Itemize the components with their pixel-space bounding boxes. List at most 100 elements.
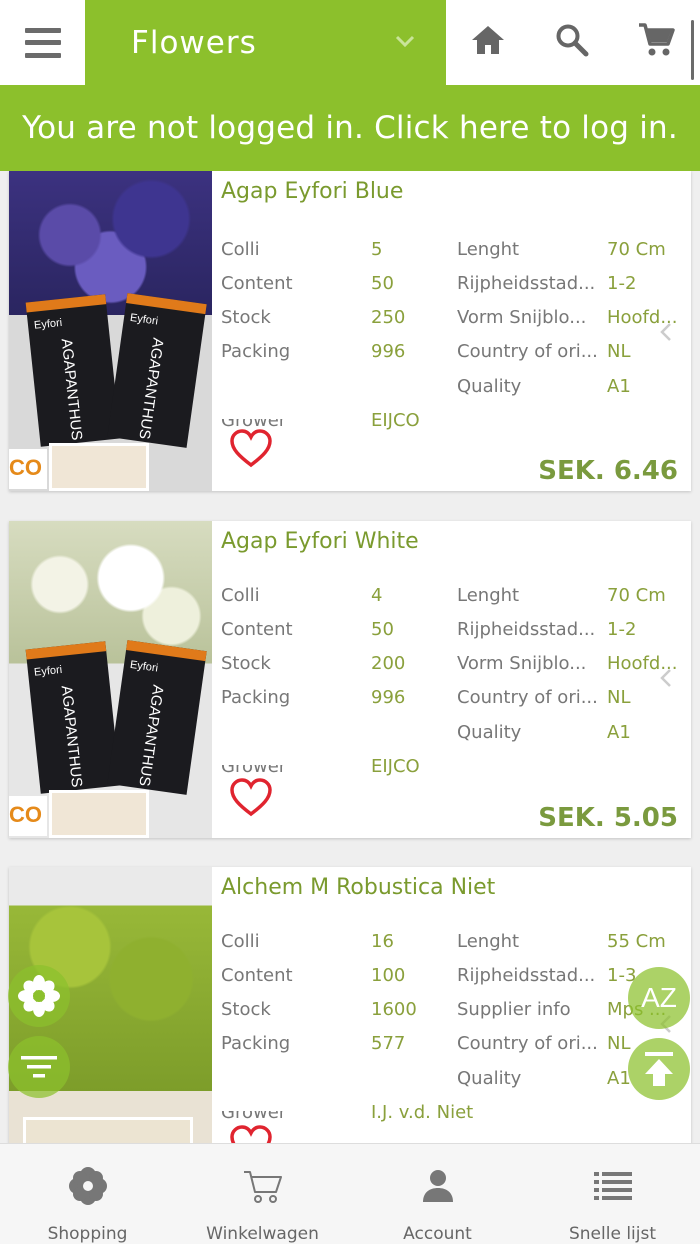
field-label: Packing bbox=[221, 1033, 291, 1054]
field-value: 1-2 bbox=[607, 273, 637, 294]
field-label: Quality bbox=[457, 722, 522, 743]
field-value: A1 bbox=[607, 722, 631, 743]
photo-sleeve: Eyfori AGAPANTHUS bbox=[25, 294, 121, 447]
field-label: Quality bbox=[457, 1068, 522, 1089]
nav-label: Shopping bbox=[47, 1224, 128, 1244]
category-filter-button[interactable] bbox=[8, 965, 70, 1027]
field-value: 16 bbox=[371, 931, 394, 952]
photo-vase bbox=[49, 443, 149, 491]
field-label: Content bbox=[221, 273, 293, 294]
field-label: Country of ori... bbox=[457, 341, 598, 362]
field-value: 100 bbox=[371, 965, 406, 986]
login-banner-text: You are not logged in. Click here to log… bbox=[22, 110, 678, 146]
product-list[interactable]: Eyfori AGAPANTHUS Eyfori AGAPANTHUS CO Aga… bbox=[0, 171, 700, 1143]
photo-sleeve: Eyfori AGAPANTHUS bbox=[107, 293, 207, 448]
field-value: 55 Cm bbox=[607, 931, 666, 952]
field-value: 50 bbox=[371, 619, 394, 640]
field-value: 4 bbox=[371, 585, 383, 606]
nav-item-account[interactable]: Account bbox=[350, 1144, 525, 1244]
field-value: 996 bbox=[371, 341, 406, 362]
field-label: Grower bbox=[221, 410, 287, 431]
product-card[interactable]: Alchem M Robustica Niet Colli 16 Content… bbox=[9, 867, 691, 1143]
field-value: NL bbox=[607, 687, 631, 708]
product-title: Agap Eyfori White bbox=[221, 529, 419, 554]
field-value: 1-2 bbox=[607, 619, 637, 640]
field-value: I.J. v.d. Niet bbox=[371, 1102, 474, 1123]
chevron-left-icon[interactable] bbox=[659, 321, 673, 343]
field-label: Lenght bbox=[457, 931, 520, 952]
field-label: Rijpheidsstad... bbox=[457, 619, 596, 640]
flower-icon bbox=[68, 1167, 107, 1205]
chevron-left-icon[interactable] bbox=[659, 667, 673, 689]
nav-item-winkelwagen[interactable]: Winkelwagen bbox=[175, 1144, 350, 1244]
nav-item-shopping[interactable]: Shopping bbox=[0, 1144, 175, 1244]
filter-button[interactable] bbox=[8, 1036, 70, 1098]
field-value: NL bbox=[607, 1033, 631, 1054]
product-photo: Eyfori AGAPANTHUS Eyfori AGAPANTHUS CO bbox=[9, 171, 212, 491]
chevron-down-icon bbox=[395, 35, 415, 48]
field-label: Rijpheidsstad... bbox=[457, 965, 596, 986]
search-button[interactable] bbox=[552, 20, 592, 60]
field-value: EIJCO bbox=[371, 410, 420, 431]
field-label: Supplier info bbox=[457, 999, 571, 1020]
field-label: Stock bbox=[221, 653, 271, 674]
field-label: Grower bbox=[221, 1102, 287, 1123]
arrow-up-to-top-icon bbox=[645, 1052, 673, 1086]
product-details: Agap Eyfori White Colli 4 Content 50 Sto… bbox=[221, 521, 691, 838]
field-label: Rijpheidsstad... bbox=[457, 273, 596, 294]
field-value: 250 bbox=[371, 307, 406, 328]
category-label: Flowers bbox=[131, 24, 257, 61]
login-banner[interactable]: You are not logged in. Click here to log… bbox=[0, 85, 700, 171]
nav-item-snelle-lijst[interactable]: Snelle lijst bbox=[525, 1144, 700, 1244]
photo-sleeve: Eyfori AGAPANTHUS bbox=[25, 641, 121, 794]
field-value: 50 bbox=[371, 273, 394, 294]
product-card[interactable]: Eyfori AGAPANTHUS Eyfori AGAPANTHUS CO Aga… bbox=[9, 171, 691, 491]
field-label: Lenght bbox=[457, 239, 520, 260]
field-label: Content bbox=[221, 965, 293, 986]
photo-sleeve: Eyfori AGAPANTHUS bbox=[107, 640, 207, 795]
product-details: Alchem M Robustica Niet Colli 16 Content… bbox=[221, 867, 691, 1143]
photo-logo: CO bbox=[9, 449, 47, 489]
field-value: 996 bbox=[371, 687, 406, 708]
product-title: Alchem M Robustica Niet bbox=[221, 875, 496, 900]
field-label: Colli bbox=[221, 931, 260, 952]
cart-outline-icon bbox=[243, 1171, 282, 1203]
field-value: 70 Cm bbox=[607, 239, 666, 260]
field-label: Quality bbox=[457, 376, 522, 397]
home-button[interactable] bbox=[468, 20, 508, 60]
top-bar: Flowers bbox=[0, 0, 700, 85]
list-icon bbox=[593, 1172, 632, 1200]
field-label: Colli bbox=[221, 585, 260, 606]
field-label: Stock bbox=[221, 999, 271, 1020]
field-value: 1600 bbox=[371, 999, 417, 1020]
bottom-navigation: Shopping Winkelwagen Account Snelle lijs… bbox=[0, 1143, 700, 1244]
search-icon bbox=[556, 24, 589, 57]
app-screen: Flowers You are not logged in. Click her… bbox=[0, 0, 700, 1244]
field-value: 200 bbox=[371, 653, 406, 674]
category-dropdown[interactable]: Flowers bbox=[85, 0, 446, 85]
flower-icon bbox=[18, 975, 60, 1017]
field-label: Grower bbox=[221, 756, 287, 777]
photo-vase bbox=[49, 790, 149, 838]
field-label: Packing bbox=[221, 341, 291, 362]
scroll-indicator bbox=[691, 20, 694, 80]
field-value: 70 Cm bbox=[607, 585, 666, 606]
photo-vase bbox=[23, 1117, 193, 1143]
scroll-top-button[interactable] bbox=[628, 1038, 690, 1100]
sort-az-label: AZ bbox=[641, 982, 677, 1013]
nav-label: Account bbox=[403, 1224, 472, 1244]
cart-button[interactable] bbox=[636, 20, 676, 60]
field-label: Vorm Snijblo... bbox=[457, 307, 587, 328]
product-title: Agap Eyfori Blue bbox=[221, 179, 404, 204]
nav-label: Snelle lijst bbox=[568, 1224, 657, 1244]
product-price: SEK. 6.46 bbox=[538, 456, 678, 486]
product-card[interactable]: Eyfori AGAPANTHUS Eyfori AGAPANTHUS CO Aga… bbox=[9, 521, 691, 838]
product-details: Agap Eyfori Blue Colli 5 Content 50 Stoc… bbox=[221, 171, 691, 491]
sort-az-button[interactable]: AZ bbox=[628, 967, 690, 1029]
field-label: Lenght bbox=[457, 585, 520, 606]
field-label: Vorm Snijblo... bbox=[457, 653, 587, 674]
menu-button[interactable] bbox=[0, 0, 85, 85]
field-label: Country of ori... bbox=[457, 1033, 598, 1054]
nav-label: Winkelwagen bbox=[206, 1224, 319, 1244]
field-value: NL bbox=[607, 341, 631, 362]
